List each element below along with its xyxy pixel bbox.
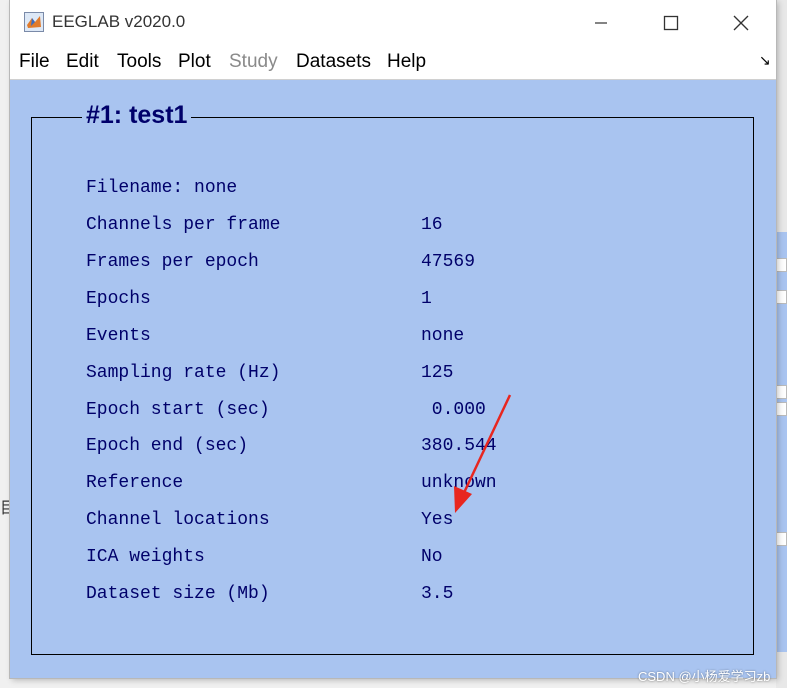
background-field [776, 258, 787, 272]
background-window-right [776, 0, 787, 688]
watermark: CSDN @小杨爱学习zb [638, 669, 771, 684]
background-field [776, 402, 787, 416]
background-field [776, 290, 787, 304]
background-field [776, 532, 787, 546]
eeglab-window: EEGLAB v2020.0 File Edit Tools Plot Stud… [10, 0, 776, 678]
annotation-arrow-icon [454, 394, 512, 513]
background-field [776, 385, 787, 399]
